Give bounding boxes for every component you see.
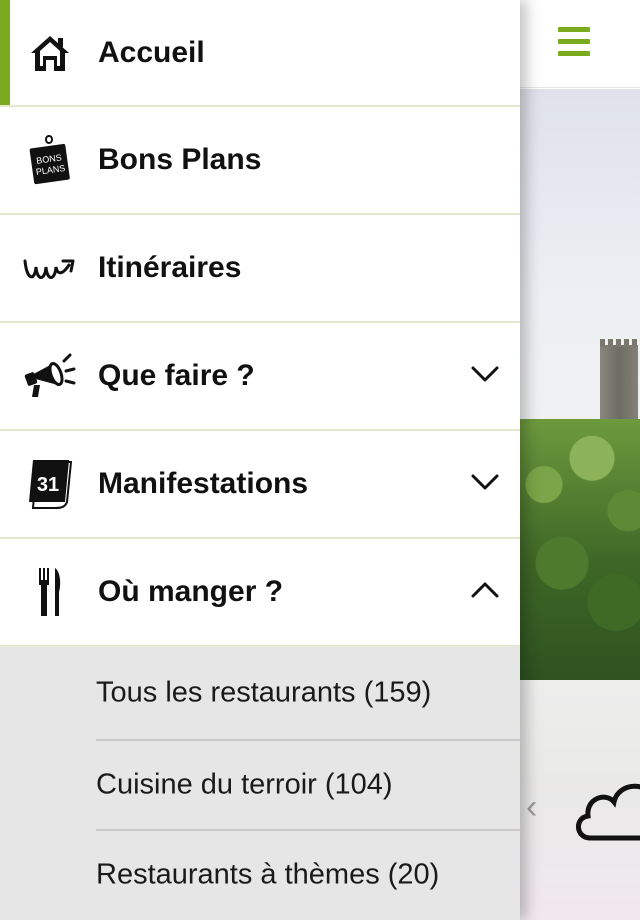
submenu-label: Restaurants à thèmes (20) [96,858,440,891]
menu-item-bons-plans[interactable]: BONS PLANS Bons Plans [0,107,520,215]
submenu-item-tous-les-restaurants[interactable]: Tous les restaurants (159) [0,647,520,739]
calendar-icon: 31 [22,456,78,512]
home-icon [22,25,78,81]
menu-item-que-faire[interactable]: Que faire ? [0,323,520,431]
chevron-down-icon[interactable] [470,364,500,384]
menu-item-accueil[interactable]: Accueil [0,0,520,107]
menu-label-ou-manger: Où manger ? [98,575,284,608]
submenu-label: Cuisine du terroir (104) [96,768,393,801]
chevron-up-icon[interactable] [470,580,500,600]
megaphone-icon [22,348,78,404]
hamburger-icon[interactable] [558,27,590,57]
svg-text:31: 31 [37,474,59,496]
submenu-label: Tous les restaurants (159) [96,676,432,709]
menu-item-ou-manger[interactable]: Où manger ? [0,539,520,647]
menu-item-manifestations[interactable]: 31 Manifestations [0,431,520,539]
route-icon [22,240,78,296]
menu-label-que-faire: Que faire ? [98,359,255,392]
bons-plans-tag-icon: BONS PLANS [22,132,78,188]
cutlery-icon [22,564,78,620]
navigation-drawer: Accueil BONS PLANS Bons Plans Itinéraire… [0,0,520,920]
main-content-behind-drawer: ‹ [520,0,640,920]
submenu-ou-manger: Tous les restaurants (159) Cuisine du te… [0,647,520,920]
trees-image [520,419,640,680]
menu-label-itineraires: Itinéraires [98,251,242,284]
menu-item-itineraires[interactable]: Itinéraires [0,215,520,323]
carousel-prev-arrow[interactable]: ‹ [526,790,537,824]
submenu-item-cuisine-du-terroir[interactable]: Cuisine du terroir (104) [96,739,520,829]
cloud-icon [576,783,640,841]
menu-label-accueil: Accueil [98,35,205,69]
chevron-down-icon[interactable] [470,472,500,492]
hero-photo [520,89,640,680]
menu-label-manifestations: Manifestations [98,467,309,500]
menu-label-bons-plans: Bons Plans [98,143,262,176]
submenu-item-restaurants-a-themes[interactable]: Restaurants à thèmes (20) [96,829,520,919]
app-header [520,0,640,88]
